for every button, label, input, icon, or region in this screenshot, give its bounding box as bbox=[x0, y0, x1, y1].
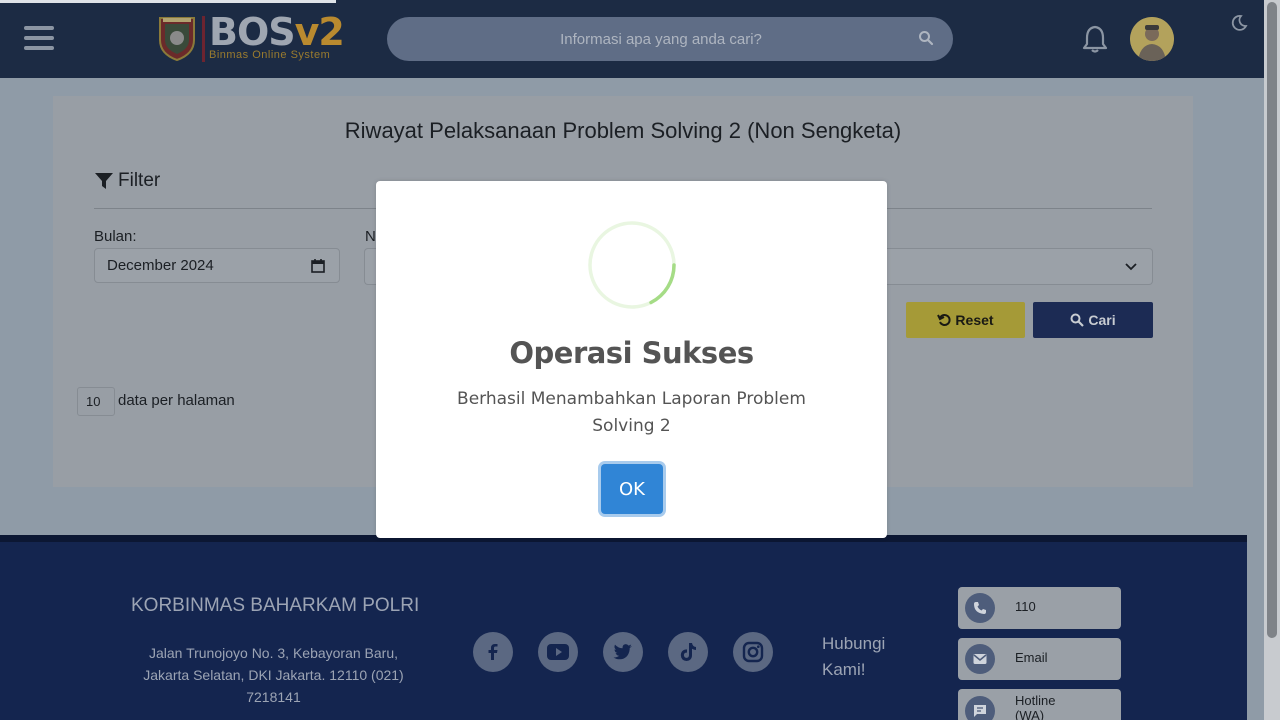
top-navbar: BOSv2 Binmas Online System bbox=[0, 0, 1264, 78]
dialog-title: Operasi Sukses bbox=[509, 336, 754, 370]
contact-heading: Hubungi Kami! bbox=[822, 634, 886, 679]
search-bar bbox=[387, 17, 953, 61]
chat-icon bbox=[965, 696, 995, 720]
police-emblem-logo bbox=[159, 17, 195, 62]
mail-icon bbox=[965, 644, 995, 674]
search-button[interactable]: Cari bbox=[1033, 302, 1153, 338]
search-input[interactable] bbox=[387, 17, 887, 61]
reset-button-label: Reset bbox=[955, 312, 994, 328]
month-picker-input[interactable]: December 2024 bbox=[94, 248, 340, 283]
footer-address: Jalan Trunojoyo No. 3, Kebayoran Baru, J… bbox=[143, 645, 404, 705]
contact-hotline-button[interactable]: Hotline (WA) bbox=[958, 689, 1121, 720]
tiktok-icon[interactable] bbox=[668, 632, 708, 672]
scrollbar-thumb[interactable] bbox=[1267, 2, 1277, 638]
search-button-label: Cari bbox=[1088, 312, 1116, 328]
contact-phone-label: 110 bbox=[1015, 599, 1036, 614]
month-picker-value: December 2024 bbox=[107, 257, 214, 274]
dialog-message: Berhasil Menambahkan Laporan Problem Sol… bbox=[457, 389, 806, 436]
search-icon bbox=[1070, 313, 1085, 327]
search-icon[interactable] bbox=[918, 30, 934, 46]
contact-hotline-label: Hotline (WA) bbox=[1015, 693, 1056, 720]
app-logo-subtitle: Binmas Online System bbox=[209, 49, 331, 61]
undo-icon bbox=[937, 314, 951, 326]
filter-label: Filter bbox=[118, 170, 161, 191]
hamburger-icon[interactable] bbox=[24, 26, 54, 50]
contact-phone-button[interactable]: 110 bbox=[958, 587, 1121, 629]
phone-icon bbox=[965, 593, 995, 623]
filter-icon bbox=[95, 173, 113, 189]
page-title: Riwayat Pelaksanaan Problem Solving 2 (N… bbox=[344, 118, 902, 143]
filter-field-label: N bbox=[365, 228, 376, 245]
contact-email-label: Email bbox=[1015, 650, 1048, 665]
chevron-down-icon bbox=[1125, 263, 1137, 271]
facebook-icon[interactable] bbox=[473, 632, 513, 672]
month-label: Bulan: bbox=[94, 228, 137, 245]
ok-button[interactable]: OK bbox=[601, 464, 663, 514]
filter-select[interactable] bbox=[880, 248, 1153, 285]
twitter-icon[interactable] bbox=[603, 632, 643, 672]
footer-org-name: KORBINMAS BAHARKAM POLRI bbox=[131, 595, 420, 616]
loading-strip bbox=[0, 0, 336, 3]
logo-divider bbox=[202, 16, 205, 62]
moon-icon[interactable] bbox=[1230, 14, 1248, 32]
reset-button[interactable]: Reset bbox=[906, 302, 1025, 338]
filter-heading: Filter bbox=[94, 170, 160, 192]
instagram-icon[interactable] bbox=[733, 632, 773, 672]
bell-icon[interactable] bbox=[1081, 24, 1109, 54]
calendar-icon[interactable] bbox=[311, 259, 325, 273]
contact-email-button[interactable]: Email bbox=[958, 638, 1121, 680]
youtube-icon[interactable] bbox=[538, 632, 578, 672]
success-spinner-icon bbox=[588, 221, 676, 309]
avatar[interactable] bbox=[1130, 17, 1174, 61]
per-page-label: data per halaman bbox=[118, 392, 235, 409]
per-page-select[interactable]: 10 bbox=[77, 387, 115, 416]
